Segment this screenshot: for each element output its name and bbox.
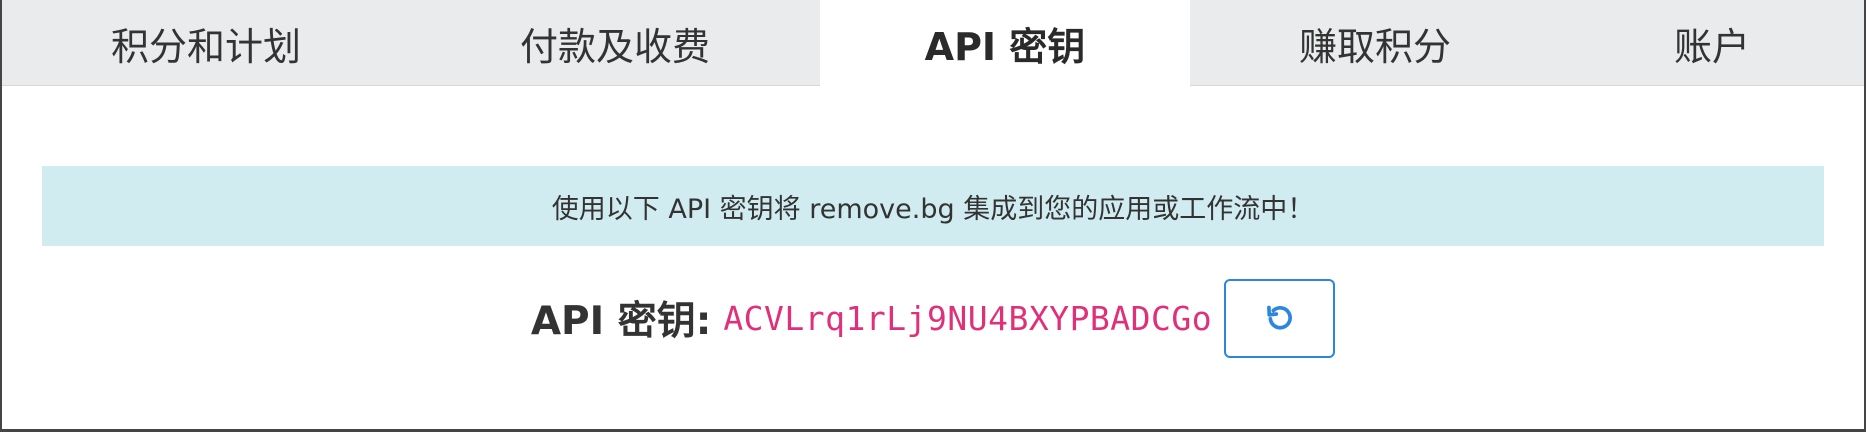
tab-earn-credits[interactable]: 赚取积分 [1190,0,1560,86]
tab-bar: 积分和计划 付款及收费 API 密钥 赚取积分 账户 [2,0,1864,87]
tab-api-key[interactable]: API 密钥 [820,0,1190,87]
api-key-value[interactable]: ACVLrq1rLj9NU4BXYPBADCGo [723,299,1212,338]
refresh-icon [1266,305,1292,330]
info-banner: 使用以下 API 密钥将 remove.bg 集成到您的应用或工作流中！ [42,166,1824,246]
account-panel: 积分和计划 付款及收费 API 密钥 赚取积分 账户 使用以下 API 密钥将 … [0,0,1866,432]
tab-credits-and-plans[interactable]: 积分和计划 [2,0,410,86]
regenerate-key-button[interactable] [1224,278,1336,358]
api-key-label: API 密钥: [530,299,712,344]
info-banner-text: 使用以下 API 密钥将 remove.bg 集成到您的应用或工作流中！ [551,193,1315,225]
api-key-row: API 密钥: ACVLrq1rLj9NU4BXYPBADCGo [2,278,1864,358]
tab-payments-and-billing[interactable]: 付款及收费 [410,0,820,86]
tab-account[interactable]: 账户 [1560,0,1864,86]
